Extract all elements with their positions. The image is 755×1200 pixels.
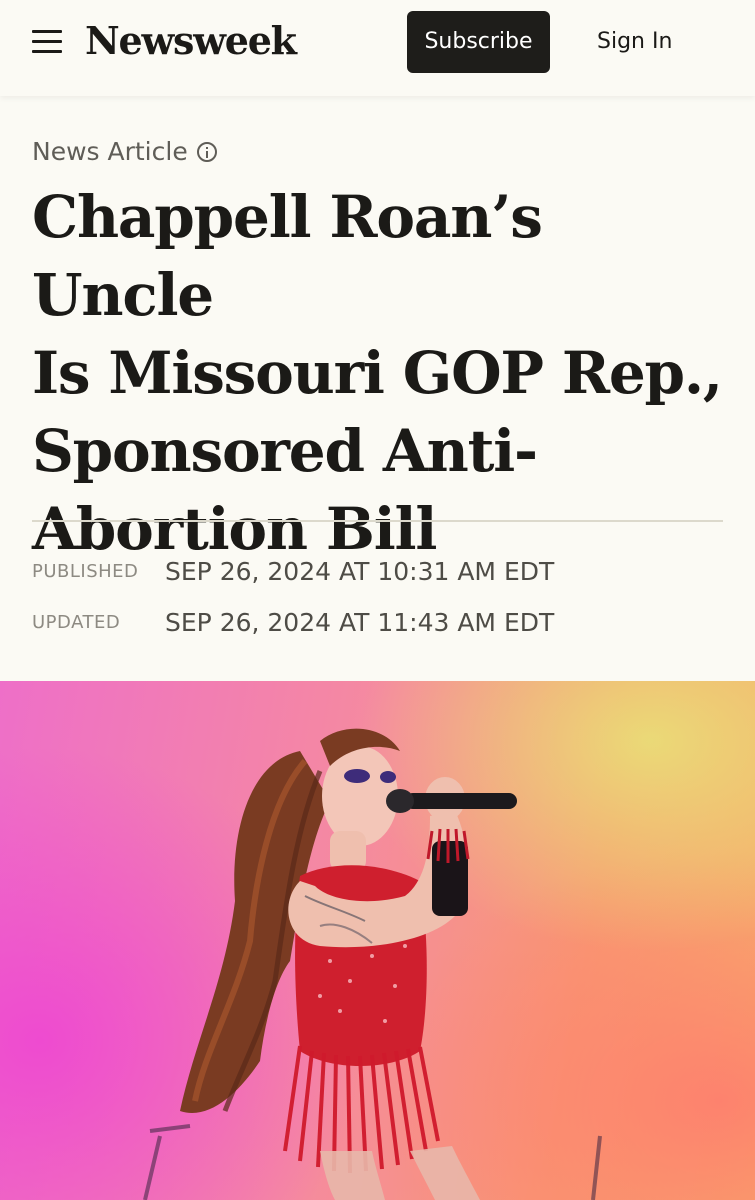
site-logo[interactable]: Newsweek — [85, 17, 297, 65]
headline-divider — [32, 520, 723, 522]
headline-line: Is Missouri GOP Rep., — [32, 339, 723, 407]
performer-illustration — [143, 728, 602, 1200]
info-icon[interactable] — [196, 142, 217, 162]
article-type-text: News Article — [32, 137, 188, 166]
subscribe-button[interactable]: Subscribe — [407, 11, 550, 73]
article-page: Newsweek Subscribe Sign In News Article … — [0, 0, 755, 1200]
updated-label: UPDATED — [32, 612, 121, 633]
published-date: SEP 26, 2024 AT 10:31 AM EDT — [165, 557, 555, 586]
article-hero-image[interactable] — [0, 681, 755, 1200]
headline-line: Chappell Roan’s Uncle — [32, 183, 543, 329]
article-type-label: News Article — [32, 133, 217, 171]
top-navigation-bar: Newsweek Subscribe Sign In — [0, 0, 755, 96]
article-headline: Chappell Roan’s Uncle Is Missouri GOP Re… — [32, 178, 732, 568]
hamburger-menu-icon[interactable] — [32, 29, 62, 53]
published-label: PUBLISHED — [32, 561, 139, 582]
updated-row: UPDATED SEP 26, 2024 AT 11:43 AM EDT — [32, 603, 732, 643]
published-row: PUBLISHED SEP 26, 2024 AT 10:31 AM EDT — [32, 552, 732, 592]
sign-in-link[interactable]: Sign In — [597, 11, 672, 73]
updated-date: SEP 26, 2024 AT 11:43 AM EDT — [165, 608, 555, 637]
headline-line: Sponsored Anti- — [32, 417, 538, 485]
